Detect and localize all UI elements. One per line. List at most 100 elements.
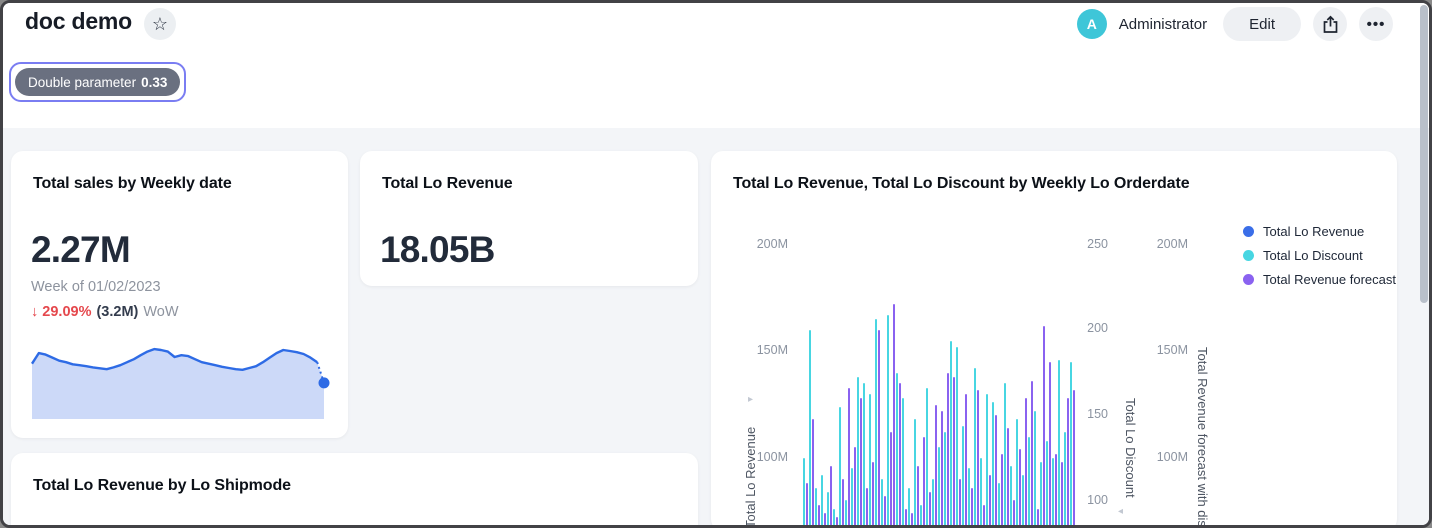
card-title: Total sales by Weekly date bbox=[33, 175, 232, 193]
more-button[interactable]: ••• bbox=[1359, 7, 1393, 41]
chart-bar bbox=[992, 402, 994, 526]
left-axis-tick: 150M bbox=[742, 342, 788, 358]
bars-plot[interactable] bbox=[803, 211, 1087, 526]
favorite-button[interactable]: ☆ bbox=[144, 8, 176, 40]
chart-bar bbox=[1022, 475, 1024, 526]
kpi-delta: ↓ 29.09% (3.2M) WoW bbox=[31, 304, 179, 320]
chart-bar bbox=[959, 479, 961, 526]
card-title: Total Lo Revenue bbox=[382, 175, 513, 193]
left-axis-tick: 200M bbox=[742, 236, 788, 252]
chart-bar bbox=[869, 394, 871, 526]
chart-bar bbox=[848, 388, 850, 526]
mid-axis-tick: 200 bbox=[1062, 320, 1108, 336]
mid-axis-title: Total Lo Discount bbox=[1123, 398, 1138, 520]
avatar[interactable]: A bbox=[1077, 9, 1107, 39]
card-total-lo-revenue: Total Lo Revenue 18.05B bbox=[360, 151, 698, 286]
sparkline-chart[interactable] bbox=[29, 339, 331, 427]
chart-bar bbox=[980, 458, 982, 526]
chart-legend: Total Lo Revenue Total Lo Discount Total… bbox=[1243, 223, 1396, 287]
scrollbar-thumb[interactable] bbox=[1420, 5, 1428, 303]
chart-bar bbox=[917, 466, 919, 526]
chart-bar bbox=[845, 500, 847, 526]
chart-bar bbox=[1040, 462, 1042, 526]
chart-bar bbox=[821, 475, 823, 526]
card-combo-chart: Total Lo Revenue, Total Lo Discount by W… bbox=[711, 151, 1397, 528]
chart-bar bbox=[875, 319, 877, 526]
share-button[interactable] bbox=[1313, 7, 1347, 41]
kpi-value: 18.05B bbox=[380, 229, 495, 271]
chart-bar bbox=[941, 411, 943, 526]
chart-bar bbox=[1058, 360, 1060, 526]
left-axis-title: Total Lo Revenue bbox=[743, 406, 758, 528]
legend-item[interactable]: Total Lo Revenue bbox=[1243, 223, 1396, 239]
chart-bar bbox=[893, 304, 895, 526]
chart-bar bbox=[860, 398, 862, 526]
chart-bar bbox=[836, 517, 838, 526]
avatar-initial: A bbox=[1087, 16, 1097, 32]
page-title: doc demo bbox=[25, 8, 132, 35]
chart-bar bbox=[851, 468, 853, 526]
chart-bar bbox=[833, 509, 835, 526]
chart-bar bbox=[947, 373, 949, 526]
right-axis-tick: 150M bbox=[1142, 342, 1188, 358]
chart-bar bbox=[911, 513, 913, 526]
share-icon bbox=[1322, 15, 1339, 34]
chart-bar bbox=[974, 368, 976, 526]
chart-bar bbox=[965, 394, 967, 526]
chart-bar bbox=[1019, 449, 1021, 526]
chart-bar bbox=[890, 432, 892, 526]
chart-bar bbox=[1016, 419, 1018, 526]
edit-button[interactable]: Edit bbox=[1223, 7, 1301, 41]
chart-bar bbox=[944, 432, 946, 526]
chart-bar bbox=[995, 415, 997, 526]
chart-bar bbox=[806, 483, 808, 526]
chart-bar bbox=[908, 488, 910, 526]
chart-bar bbox=[878, 330, 880, 526]
right-axis-tick: 100M bbox=[1142, 449, 1188, 465]
chart-bar bbox=[824, 513, 826, 526]
app-window: doc demo ☆ A Administrator Edit ••• Doub… bbox=[0, 0, 1432, 528]
chart-bar bbox=[887, 315, 889, 526]
chart-bar bbox=[812, 419, 814, 526]
card-title: Total Lo Revenue, Total Lo Discount by W… bbox=[733, 175, 1190, 193]
right-axis-title: Total Revenue forecast with dis bbox=[1195, 347, 1210, 528]
chart-bar bbox=[905, 509, 907, 526]
mid-axis-tick: 150 bbox=[1062, 406, 1108, 422]
legend-dot-forecast bbox=[1243, 274, 1254, 285]
chart-bar bbox=[923, 437, 925, 526]
chart-bar bbox=[968, 468, 970, 526]
chart-bar bbox=[899, 383, 901, 526]
chart-bar bbox=[1001, 454, 1003, 526]
legend-item[interactable]: Total Revenue forecast bbox=[1243, 271, 1396, 287]
chart-bar bbox=[1046, 441, 1048, 526]
chart-bar bbox=[815, 488, 817, 526]
chart-bar bbox=[827, 492, 829, 526]
chart-bar bbox=[866, 488, 868, 526]
chart-bar bbox=[809, 330, 811, 526]
chart-bar bbox=[989, 475, 991, 526]
chart-bar bbox=[902, 398, 904, 526]
legend-item[interactable]: Total Lo Discount bbox=[1243, 247, 1396, 263]
parameter-chip-label: Double parameter bbox=[28, 75, 136, 90]
chart-bar bbox=[956, 347, 958, 526]
header-actions: A Administrator Edit ••• bbox=[1077, 7, 1393, 41]
chart-bar bbox=[998, 483, 1000, 526]
username: Administrator bbox=[1119, 16, 1207, 33]
parameter-chip-selection[interactable]: Double parameter 0.33 bbox=[9, 62, 186, 102]
delta-arrow-and-pct: ↓ 29.09% bbox=[31, 304, 91, 320]
mid-axis-scroll-icon[interactable]: ◂ bbox=[1118, 506, 1123, 517]
right-axis-tick: 200M bbox=[1142, 236, 1188, 252]
card-title: Total Lo Revenue by Lo Shipmode bbox=[33, 477, 291, 495]
delta-period: WoW bbox=[143, 304, 178, 320]
chart-bar bbox=[1043, 326, 1045, 526]
chart-bar bbox=[854, 447, 856, 526]
chart-bar bbox=[1049, 362, 1051, 526]
chart-bar bbox=[938, 447, 940, 526]
chart-bar bbox=[1034, 411, 1036, 526]
parameter-chip[interactable]: Double parameter 0.33 bbox=[15, 68, 180, 96]
star-icon: ☆ bbox=[152, 14, 168, 35]
left-axis-scroll-icon[interactable]: ▸ bbox=[748, 394, 753, 405]
chart-bar bbox=[962, 426, 964, 526]
more-icon: ••• bbox=[1367, 16, 1386, 33]
chart-bar bbox=[818, 505, 820, 526]
